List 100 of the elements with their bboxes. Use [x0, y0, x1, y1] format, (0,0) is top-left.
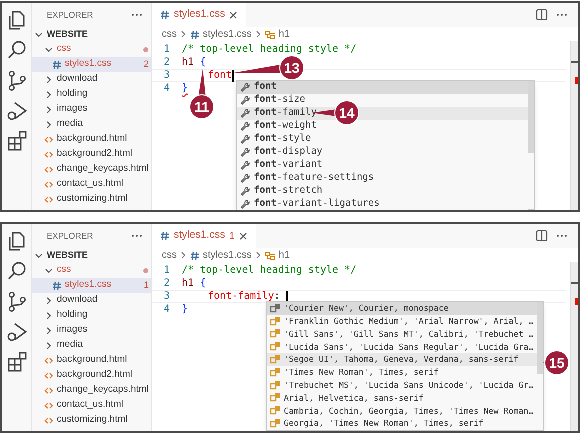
wrench-icon	[240, 160, 251, 171]
hash-icon	[52, 280, 62, 290]
chevron-right-icon[interactable]	[44, 296, 54, 306]
chevron-right-icon	[254, 30, 262, 39]
tree-item[interactable]: contact_us.html	[32, 177, 151, 192]
tree-item-label: background.html	[57, 132, 128, 146]
code-token: h1	[182, 277, 196, 291]
tree-item[interactable]: holding	[32, 87, 151, 102]
split-editor-icon[interactable]	[536, 230, 548, 242]
tree-item[interactable]: background.html	[32, 132, 151, 147]
suggestion-item[interactable]: font	[237, 81, 528, 94]
breadcrumb-item[interactable]: css	[162, 27, 177, 42]
value-icon	[270, 354, 281, 366]
wrench-icon	[240, 82, 251, 93]
chevron-right-icon[interactable]	[44, 340, 54, 350]
tree-item-label: contact_us.html	[57, 177, 124, 192]
tree-item[interactable]: css	[32, 42, 151, 57]
code-brackets-icon	[44, 150, 54, 160]
tree-item-label: images	[57, 323, 88, 338]
tree-item[interactable]: download	[32, 72, 151, 87]
suggestion-label: 'Times New Roman', Times, serif	[284, 366, 439, 379]
suggestion-label: font-display	[254, 145, 323, 160]
suggestion-label: font	[254, 80, 277, 94]
tree-item[interactable]: background2.html	[32, 147, 151, 162]
close-icon[interactable]	[229, 10, 238, 20]
scrollbar-thumb[interactable]	[537, 302, 543, 374]
breadcrumb-item[interactable]: h1	[278, 248, 290, 263]
problem-count: 1	[229, 230, 235, 244]
more-icon[interactable]	[131, 234, 143, 238]
code-token: /* top-level heading style */	[182, 264, 357, 278]
tree-item[interactable]: media	[32, 117, 151, 132]
suggestion-label: 'Courier New', Courier, monospace	[284, 302, 449, 315]
tree-item[interactable]: download	[32, 293, 151, 308]
tree-item[interactable]: contact_us.html	[32, 398, 151, 413]
breadcrumb-item[interactable]: styles1.css	[203, 27, 252, 42]
chevron-right-icon	[180, 251, 187, 260]
code-token: }	[182, 82, 188, 96]
suggestion-label: font-variant-ligatures	[254, 197, 380, 210]
tree-item[interactable]: customizing.html	[32, 192, 151, 207]
chevron-right-icon[interactable]	[44, 120, 54, 130]
suggestion-item[interactable]: font-variant-ligatures	[237, 198, 528, 210]
tree-item[interactable]: change_keycaps.html	[32, 383, 151, 398]
code-brackets-icon	[44, 356, 54, 366]
split-editor-icon[interactable]	[536, 9, 548, 21]
more-icon[interactable]	[131, 13, 143, 17]
text-cursor	[286, 290, 288, 302]
wrench-icon	[240, 121, 251, 132]
tree-item[interactable]: holding	[32, 308, 151, 323]
tree-item[interactable]: styles1.css 1	[32, 278, 151, 293]
tree-item[interactable]: images	[32, 102, 151, 117]
tree-root[interactable]: WEBSITE	[32, 248, 151, 263]
editor-tab[interactable]: styles1.css	[152, 3, 246, 27]
tree-item[interactable]: background2.html	[32, 368, 151, 383]
tree-item[interactable]: change_keycaps.html	[32, 162, 151, 177]
code-brackets-icon	[44, 370, 54, 380]
tree-item[interactable]: images	[32, 323, 151, 338]
suggestion-item[interactable]: Georgia, 'Times New Roman', Times, serif	[267, 417, 537, 430]
breadcrumb-item[interactable]: h1	[278, 27, 290, 42]
chevron-right-icon[interactable]	[44, 104, 54, 114]
tree-item-label: css	[57, 263, 72, 278]
chevron-right-icon[interactable]	[44, 90, 54, 100]
root-folder-label: WEBSITE	[47, 248, 88, 262]
tree-item[interactable]: customizing.html	[32, 413, 151, 428]
tree-item-label: holding	[57, 308, 88, 322]
extensions-icon[interactable]	[6, 350, 28, 373]
problem-count: 2	[144, 58, 149, 71]
suggestion-label: font-feature-settings	[254, 171, 374, 186]
code-token: h1	[182, 56, 196, 70]
code-token: font-family	[208, 290, 274, 304]
chevron-right-icon	[254, 251, 262, 260]
code-brackets-icon	[44, 194, 54, 204]
code-brackets-icon	[44, 164, 54, 174]
line-number: 2	[162, 56, 171, 70]
tree-item[interactable]: background.html	[32, 353, 151, 368]
line-number: 1	[162, 264, 171, 278]
tab-label: styles1.css	[174, 228, 226, 244]
explorer-title: EXPLORER	[47, 8, 94, 22]
breadcrumb-item[interactable]: styles1.css	[203, 248, 252, 263]
scrollbar-thumb[interactable]	[528, 81, 534, 153]
chevron-right-icon	[180, 30, 187, 39]
tree-item[interactable]: css	[32, 263, 151, 278]
tree-item-label: download	[57, 72, 98, 86]
suggestion-label: font-stretch	[254, 184, 323, 198]
chevron-right-icon[interactable]	[44, 326, 54, 336]
breadcrumb-item[interactable]: css	[162, 248, 177, 263]
line-number: 1	[162, 43, 171, 57]
chevron-right-icon[interactable]	[44, 310, 54, 320]
chevron-right-icon[interactable]	[44, 74, 54, 84]
tree-item-label: change_keycaps.html	[57, 162, 149, 176]
code-brackets-icon	[44, 134, 54, 144]
close-icon[interactable]	[238, 232, 248, 240]
tree-item[interactable]: styles1.css 2	[32, 57, 151, 72]
suggestion-item[interactable]: 'Courier New', Courier, monospace	[267, 302, 537, 315]
extensions-icon[interactable]	[6, 129, 28, 152]
editor-tab[interactable]: styles1.css 1	[152, 224, 256, 248]
tree-root[interactable]: WEBSITE	[32, 27, 151, 42]
root-folder-label: WEBSITE	[47, 28, 88, 41]
hash-icon	[52, 60, 62, 70]
code-token: {	[200, 277, 206, 291]
tree-item[interactable]: media	[32, 338, 151, 353]
